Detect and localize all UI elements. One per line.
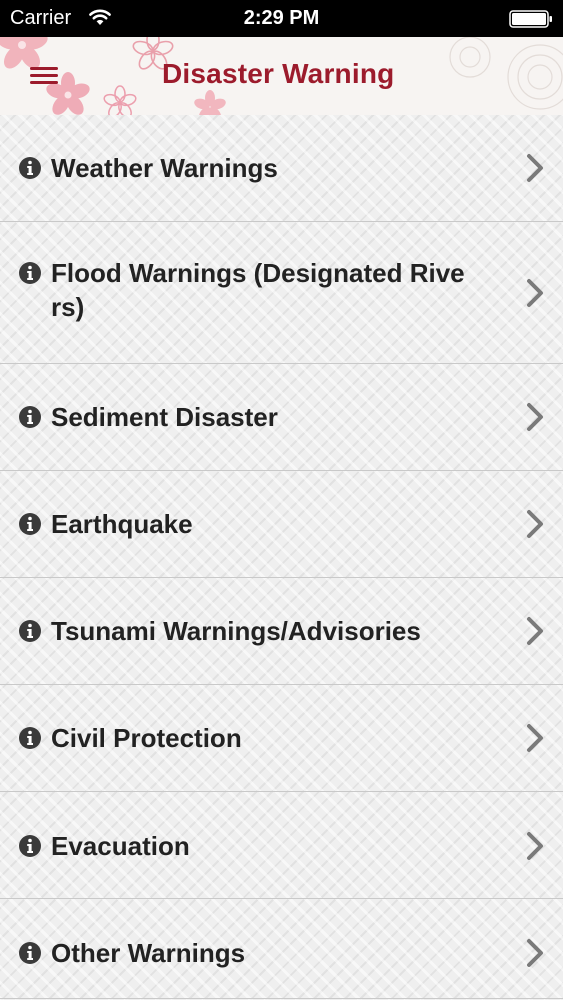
info-icon (19, 727, 41, 749)
list-item-civil-protection[interactable]: Civil Protection (0, 684, 563, 792)
list-item-label: Other Warnings (51, 938, 246, 968)
navigation-bar: Disaster Warning (0, 37, 563, 116)
list-item-label: Earthquake (51, 509, 193, 539)
info-icon (19, 620, 41, 642)
chevron-right-icon (527, 724, 543, 752)
chevron-right-icon (527, 939, 543, 967)
info-icon (19, 835, 41, 857)
chevron-right-icon (527, 154, 543, 182)
chevron-right-icon (527, 832, 543, 860)
info-icon (19, 157, 41, 179)
list-item-sediment-disaster[interactable]: Sediment Disaster (0, 363, 563, 471)
list-item-flood-warnings[interactable]: Flood Warnings (Designated Rivers) (0, 221, 563, 364)
chevron-right-icon (527, 279, 543, 307)
info-icon (19, 406, 41, 428)
warning-list: Weather Warnings Flood Warnings (Designa… (0, 115, 563, 1000)
page-title: Disaster Warning (162, 58, 395, 89)
battery-icon (509, 10, 552, 28)
menu-button[interactable] (26, 61, 62, 91)
list-item-weather-warnings[interactable]: Weather Warnings (0, 115, 563, 222)
list-item-label: Flood Warnings (Designated Rivers) (51, 258, 465, 322)
chevron-right-icon (527, 510, 543, 538)
list-item-label: Tsunami Warnings/Advisories (51, 616, 421, 646)
info-icon (19, 262, 41, 284)
list-item-label: Weather Warnings (51, 153, 278, 183)
list-item-tsunami-warnings[interactable]: Tsunami Warnings/Advisories (0, 577, 563, 685)
status-time: 2:29 PM (243, 7, 320, 29)
list-item-other-warnings[interactable]: Other Warnings (0, 898, 563, 999)
list-item-label: Evacuation (51, 831, 190, 861)
chevron-right-icon (527, 403, 543, 431)
status-bar: Carrier 2:29 PM (0, 0, 563, 37)
list-item-earthquake[interactable]: Earthquake (0, 470, 563, 578)
info-icon (19, 513, 41, 535)
info-icon (19, 942, 41, 964)
chevron-right-icon (527, 617, 543, 645)
list-item-evacuation[interactable]: Evacuation (0, 791, 563, 899)
list-item-label: Civil Protection (51, 723, 242, 753)
list-item-label: Sediment Disaster (51, 402, 278, 432)
